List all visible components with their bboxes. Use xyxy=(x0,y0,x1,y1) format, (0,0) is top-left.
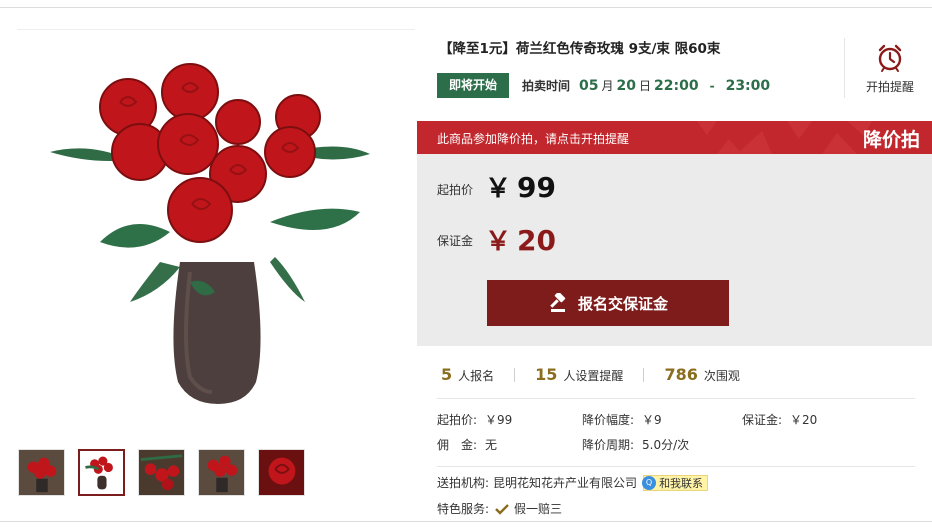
detail-commission: 佣 金: 无 xyxy=(437,436,497,453)
qq-chat-icon: Q xyxy=(642,475,657,490)
detail-drop-period-value: 5.0分/次 xyxy=(642,438,690,452)
status-badge: 即将开始 xyxy=(437,73,509,98)
detail-drop-amount: 降价幅度: ￥9 xyxy=(582,411,662,428)
day-unit: 日 xyxy=(639,79,652,93)
thumbnail-2-selected[interactable] xyxy=(78,449,125,496)
banner-note: 此商品参加降价拍，请点击开拍提醒 xyxy=(437,132,630,146)
auction-day: 20 xyxy=(616,78,636,94)
stat-separator xyxy=(643,367,645,382)
details-divider-top xyxy=(437,398,915,399)
detail-deposit-value: ￥20 xyxy=(790,413,818,427)
details-divider-bottom xyxy=(437,466,915,467)
stats-row: 5 人报名 15 人设置提醒 786 次围观 xyxy=(441,365,740,384)
start-price-amount: 99 xyxy=(517,171,556,204)
detail-start-price-value: ￥99 xyxy=(485,413,513,427)
start-price-currency: ￥ xyxy=(485,174,512,204)
bottom-divider xyxy=(0,521,932,522)
signups-count: 5 xyxy=(441,365,453,384)
thumbnail-4[interactable] xyxy=(198,449,245,496)
remind-button[interactable]: 开拍提醒 xyxy=(862,43,918,95)
register-deposit-label: 报名交保证金 xyxy=(577,295,668,313)
remind-divider xyxy=(844,38,845,98)
service-label: 特色服务: xyxy=(437,502,490,516)
main-product-image xyxy=(40,52,380,412)
detail-drop-period-key: 降价周期: xyxy=(582,438,635,452)
detail-drop-amount-value: ￥9 xyxy=(642,413,662,427)
start-price-label: 起拍价 xyxy=(437,183,474,197)
detail-start-price-key: 起拍价: xyxy=(437,413,478,427)
special-service: 特色服务: 假一赔三 xyxy=(437,500,562,517)
contact-me-button[interactable]: Q 和我联系 xyxy=(642,474,709,491)
price-panel: 起拍价 ￥ 99 保证金 ￥ 20 报名交保证金 xyxy=(417,154,932,346)
views-label: 次围观 xyxy=(703,369,740,383)
detail-commission-key: 佣 金: xyxy=(437,438,478,452)
detail-start-price: 起拍价: ￥99 xyxy=(437,411,512,428)
signups-label: 人报名 xyxy=(458,369,495,383)
register-deposit-button[interactable]: 报名交保证金 xyxy=(487,280,729,326)
banner-tag: 降价拍 xyxy=(862,129,920,151)
reminders-label: 人设置提醒 xyxy=(563,369,624,383)
dutch-auction-banner: 此商品参加降价拍，请点击开拍提醒 降价拍 xyxy=(417,121,932,154)
time-separator: - xyxy=(709,79,715,93)
org-label: 送拍机构: xyxy=(437,476,490,490)
auction-start-time: 22:00 xyxy=(654,78,699,94)
auction-org: 送拍机构: 昆明花知花卉产业有限公司 Q 和我联系 xyxy=(437,474,709,491)
thumbnail-1[interactable] xyxy=(18,449,65,496)
thumbnail-strip xyxy=(18,449,305,496)
gallery-top-divider xyxy=(17,29,415,30)
service-value: 假一赔三 xyxy=(514,502,563,516)
gavel-icon xyxy=(550,293,566,312)
start-price-value: ￥ 99 xyxy=(485,168,556,205)
thumbnail-3[interactable] xyxy=(138,449,185,496)
auction-time: 拍卖时间 05 月 20 日 22:00 - 23:00 xyxy=(522,77,770,94)
reminders-count: 15 xyxy=(535,365,558,384)
views-count: 786 xyxy=(664,365,698,384)
detail-deposit-key: 保证金: xyxy=(742,413,783,427)
contact-me-label: 和我联系 xyxy=(659,476,704,490)
deposit-currency: ￥ xyxy=(485,227,512,257)
month-unit: 月 xyxy=(601,79,614,93)
top-divider xyxy=(0,7,932,8)
auction-end-time: 23:00 xyxy=(725,78,771,94)
deposit-label: 保证金 xyxy=(437,234,474,248)
detail-drop-period: 降价周期: 5.0分/次 xyxy=(582,436,689,453)
detail-drop-amount-key: 降价幅度: xyxy=(582,413,635,427)
org-name: 昆明花知花卉产业有限公司 xyxy=(493,476,638,490)
deposit-amount: 20 xyxy=(517,224,556,257)
auction-month: 05 xyxy=(579,78,599,94)
detail-deposit: 保证金: ￥20 xyxy=(742,411,817,428)
stat-separator xyxy=(514,367,516,382)
check-icon xyxy=(495,503,509,515)
detail-commission-value: 无 xyxy=(485,438,498,452)
alarm-clock-icon xyxy=(878,44,902,72)
deposit-value: ￥ 20 xyxy=(485,221,556,258)
thumbnail-5[interactable] xyxy=(258,449,305,496)
product-title: 【降至1元】荷兰红色传奇玫瑰 9支/束 限60束 xyxy=(439,41,721,57)
auction-time-label: 拍卖时间 xyxy=(522,79,571,93)
remind-label: 开拍提醒 xyxy=(865,80,914,94)
